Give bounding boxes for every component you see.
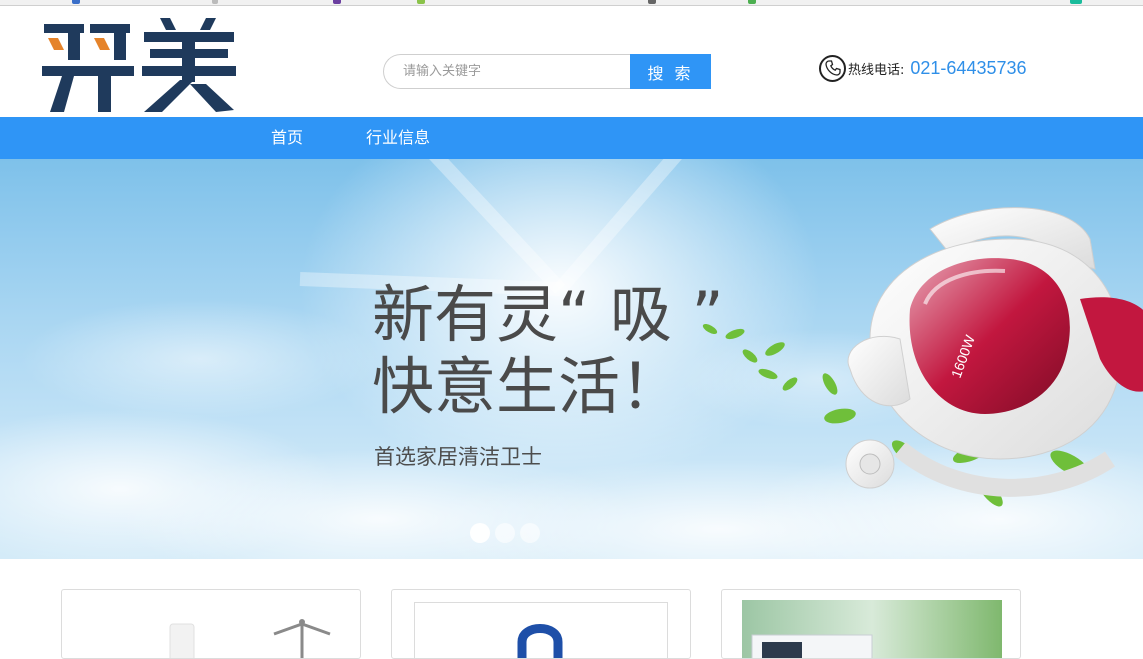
hero-banner[interactable]: 1600W 新有灵“ 吸 ” 快意生活！ 首选家居清洁卫士 [0, 159, 1143, 559]
search-button[interactable]: 搜 索 [630, 54, 711, 89]
banner-title-line2: 快意生活！ [372, 350, 683, 423]
blue-handle-image [517, 624, 563, 658]
search-bar: 搜 索 [383, 54, 713, 89]
air-purifier-image [742, 600, 1002, 658]
site-logo[interactable] [38, 14, 238, 114]
main-nav: 首页 行业信息 [0, 117, 1143, 159]
banner-title: 新有灵“ 吸 ” 快意生活！ [372, 279, 724, 423]
search-input[interactable] [383, 54, 633, 89]
product-card-1[interactable] [61, 589, 361, 659]
nav-item-home[interactable]: 首页 [271, 117, 303, 159]
carousel-dot-2[interactable] [495, 523, 515, 543]
hotline-number[interactable]: 021-64435736 [910, 58, 1026, 79]
phone-icon [819, 54, 846, 82]
carousel-dot-3[interactable] [520, 523, 540, 543]
garment-steamer-image [169, 619, 331, 658]
vacuum-illustration: 1600W [845, 207, 1143, 497]
site-header: 搜 索 热线电话: 021-64435736 [0, 6, 1143, 117]
banner-title-line1: 新有灵“ 吸 ” [372, 278, 724, 351]
product-cards [0, 559, 1143, 659]
hotline-label: 热线电话: [848, 62, 905, 78]
product-card-3[interactable] [721, 589, 1021, 659]
logo-mark [42, 18, 236, 112]
carousel-dots [470, 523, 540, 543]
carousel-dot-1[interactable] [470, 523, 490, 543]
banner-subtitle: 首选家居清洁卫士 [374, 445, 542, 469]
product-card-2[interactable] [391, 589, 691, 659]
hotline: 热线电话: 021-64435736 [819, 53, 1027, 83]
nav-item-industry-news[interactable]: 行业信息 [366, 117, 430, 159]
